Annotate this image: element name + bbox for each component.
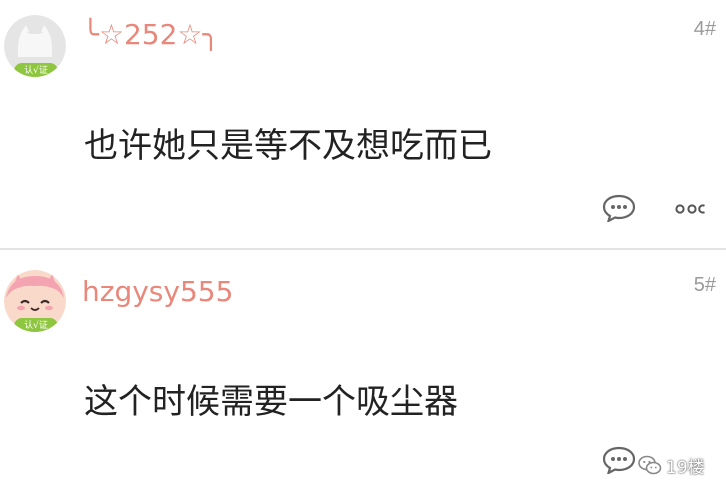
comment-button[interactable] [602,194,636,224]
avatar[interactable]: 认√证 [4,15,66,77]
username[interactable]: ╰☆252☆╮ [82,18,219,51]
source-watermark: 19楼 [638,452,705,478]
verified-badge: 认√证 [14,318,58,332]
avatar[interactable]: 认√证 [4,270,66,332]
verified-badge: 认√证 [14,63,58,77]
username[interactable]: hzgysy555 [82,275,233,308]
more-dots-icon [675,204,705,214]
more-options-button[interactable] [674,200,710,214]
comment-bubble-icon [602,194,636,224]
reply-content: 也许她只是等不及想吃而已 [84,126,492,166]
reply-post: 认√证 ╰☆252☆╮ 4# 也许她只是等不及想吃而已 [0,0,726,248]
wechat-logo-icon [638,455,662,475]
reply-content: 这个时候需要一个吸尘器 [84,382,458,422]
comment-button[interactable] [602,446,636,476]
post-thread: 认√证 ╰☆252☆╮ 4# 也许她只是等不及想吃而已 认√证 hzgysy55… [0,0,726,496]
floor-number: 4# [693,18,716,40]
comment-bubble-icon [602,446,636,476]
watermark-label: 19楼 [666,457,705,478]
floor-number: 5# [693,274,716,296]
reply-post: 认√证 hzgysy555 5# 这个时候需要一个吸尘器 19楼 [0,250,726,496]
